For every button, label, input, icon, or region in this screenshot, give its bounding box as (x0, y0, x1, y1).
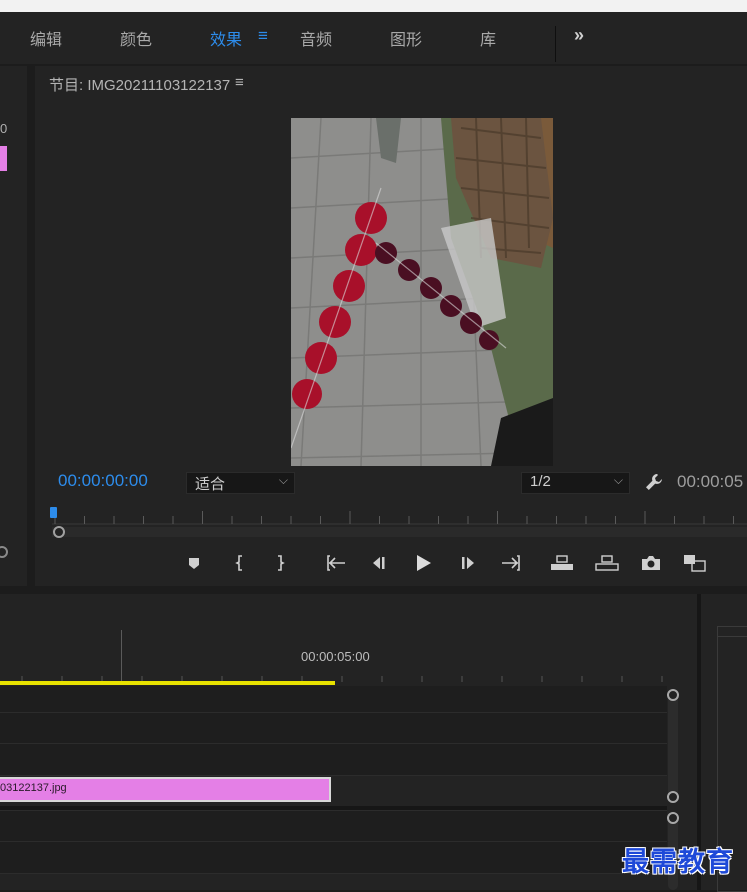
watermark-logo: 最需教育 (622, 847, 734, 878)
go-to-out-icon[interactable] (498, 552, 522, 574)
zoom-scroll-handle[interactable] (53, 526, 65, 538)
tab-audio[interactable]: 音频 (300, 26, 332, 50)
playhead-timecode[interactable]: 00:00:00:00 (58, 471, 148, 491)
add-marker-icon[interactable] (182, 552, 206, 574)
settings-wrench-icon[interactable] (644, 472, 664, 497)
video-tracks-scrollbar[interactable] (668, 690, 678, 802)
workspace-bar: 编辑 颜色 效果 音频 图形 库 ≡ » (0, 12, 747, 64)
resolution-select-value: 1/2 (530, 473, 551, 490)
tab-graphics[interactable]: 图形 (390, 26, 422, 50)
track-v3[interactable] (0, 686, 667, 713)
timeline-clip[interactable]: 03122137.jpg (0, 777, 331, 802)
tab-libraries[interactable]: 库 (480, 26, 496, 50)
divider (717, 636, 747, 637)
fit-select[interactable]: 适合 ⌵ (186, 472, 295, 494)
divider (555, 26, 556, 62)
track-a2[interactable] (0, 842, 667, 874)
timeline-ruler-time: 00:00:05:00 (301, 649, 370, 664)
overflow-chevron-icon[interactable]: » (574, 25, 584, 46)
resolution-select[interactable]: 1/2 ⌵ (521, 472, 630, 494)
panel-menu-icon[interactable]: ≡ (235, 74, 244, 91)
work-area-bar[interactable] (0, 681, 335, 685)
fit-select-value: 适合 (195, 476, 226, 493)
source-panel-partial (0, 66, 27, 586)
monitor-time-ruler[interactable] (52, 505, 747, 525)
tab-effects[interactable]: 效果 (210, 26, 242, 50)
sequence-duration: 00:00:05 (677, 472, 744, 491)
track-v1[interactable] (0, 744, 667, 776)
left-panel-value: 0 (0, 121, 8, 136)
track-v2[interactable] (0, 713, 667, 744)
scroll-knob-icon[interactable] (667, 812, 679, 824)
chevron-down-icon: ⌵ (613, 473, 623, 487)
track-a1[interactable] (0, 811, 667, 842)
window-top-edge (0, 0, 747, 12)
lift-icon[interactable] (550, 552, 574, 574)
play-icon[interactable] (411, 552, 435, 574)
program-monitor-title[interactable]: 节目: IMG20211103122137 (49, 74, 230, 95)
go-to-in-icon[interactable] (325, 552, 349, 574)
export-frame-icon[interactable] (639, 552, 663, 574)
zoom-scrollbar[interactable] (52, 527, 747, 537)
left-panel-clip[interactable] (0, 146, 7, 171)
playhead-marker[interactable] (50, 507, 57, 518)
comparison-view-icon[interactable] (683, 552, 707, 574)
program-video-frame (291, 118, 553, 466)
mark-in-icon[interactable] (228, 552, 252, 574)
clip-name: 03122137.jpg (0, 782, 67, 794)
mark-out-icon[interactable] (268, 552, 292, 574)
extract-icon[interactable] (595, 552, 619, 574)
hamburger-menu-icon[interactable]: ≡ (258, 26, 268, 46)
step-back-icon[interactable] (367, 552, 391, 574)
video-frame-image (291, 118, 553, 466)
tab-color[interactable]: 颜色 (120, 26, 152, 50)
step-forward-icon[interactable] (456, 552, 480, 574)
chevron-down-icon: ⌵ (278, 473, 288, 487)
scroll-knob-icon[interactable] (667, 791, 679, 803)
tab-edit[interactable]: 编辑 (30, 26, 62, 50)
scroll-knob-icon[interactable] (667, 689, 679, 701)
